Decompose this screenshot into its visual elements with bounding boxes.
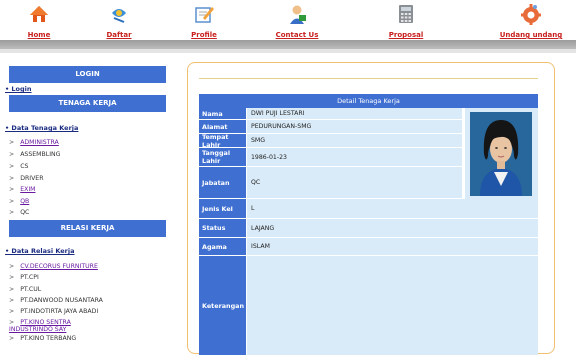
login-header: LOGIN <box>9 66 166 83</box>
contact-icon <box>290 5 306 24</box>
daftar-icon <box>112 9 126 23</box>
nav-undang-label: Undang undang <box>499 31 563 39</box>
table-row: Agama ISLAM <box>199 238 538 256</box>
gear-icon <box>521 4 541 25</box>
tenaga-item-label: EXIM <box>20 186 36 193</box>
tenaga-item-label: CS <box>20 163 29 170</box>
nav-contact-label: Contact Us <box>275 31 319 39</box>
relasi-item-continued[interactable]: INDUSTRINDO SAY <box>9 325 66 334</box>
tenaga-item[interactable]: > EXIM <box>9 185 36 194</box>
relasi-item-label: PT.DANWOOD NUSANTARA <box>20 297 103 304</box>
field-label: Tanggal Lahir <box>199 148 246 167</box>
field-value: 1986-01-23 <box>246 148 462 167</box>
field-label: Keterangan <box>199 256 246 356</box>
field-value <box>246 256 538 356</box>
nav-daftar-label: Daftar <box>106 31 132 39</box>
relasi-item-label: PT.INDOTIRTA JAYA ABADI <box>20 308 99 315</box>
relasi-item[interactable]: > CV.DECORUS FURNITURE <box>9 262 98 271</box>
tenaga-kerja-header: TENAGA KERJA <box>9 95 166 112</box>
field-value: DWI PUJI LESTARI <box>246 108 462 120</box>
detail-rows: Nama DWI PUJI LESTARI Alamat PEDURUNGAN-… <box>199 108 538 356</box>
field-label: Nama <box>199 108 246 120</box>
table-row: Keterangan <box>199 256 538 356</box>
tenaga-item[interactable]: > CS <box>9 162 28 171</box>
panel-divider <box>199 78 538 79</box>
relasi-kerja-header: RELASI KERJA <box>9 220 166 237</box>
nav-profile-label: Profile <box>191 31 217 39</box>
home-icon <box>30 6 48 22</box>
nav-divider-shadow <box>0 49 576 53</box>
nav-daftar[interactable]: Daftar <box>84 0 154 42</box>
tenaga-item[interactable]: > DRIVER <box>9 174 44 183</box>
table-row: Jenis Kel L <box>199 199 538 219</box>
profile-photo <box>470 112 532 196</box>
field-label: Jabatan <box>199 167 246 199</box>
profile-icon <box>195 7 214 23</box>
tenaga-item[interactable]: > QC <box>9 208 29 217</box>
relasi-item[interactable]: > PT.CPI <box>9 273 39 282</box>
nav-home-label: Home <box>27 31 51 39</box>
calculator-icon <box>399 5 413 23</box>
relasi-item-label: PT.CUL <box>20 286 42 293</box>
nav-home[interactable]: Home <box>10 0 68 42</box>
tenaga-item[interactable]: > ADMINISTRA <box>9 138 59 147</box>
tenaga-item-label: QC <box>20 209 30 216</box>
nav-proposal[interactable]: Proposal <box>375 0 437 42</box>
tenaga-item-label: ADMINISTRA <box>20 139 59 146</box>
nav-divider-bar <box>0 40 576 49</box>
nav-proposal-label: Proposal <box>388 31 424 39</box>
field-label: Tempat Lahir <box>199 133 246 149</box>
tenaga-item-label: DRIVER <box>20 175 44 182</box>
tenaga-item[interactable]: > QB <box>9 197 29 206</box>
detail-table: Detail Tenaga Kerja <box>199 94 538 108</box>
field-value: SMG <box>246 134 462 148</box>
photo-cell <box>465 108 538 200</box>
relasi-item-label: PT.CPI <box>20 274 39 281</box>
nav-profile[interactable]: Profile <box>178 0 230 42</box>
relasi-item-label: CV.DECORUS FURNITURE <box>20 263 98 270</box>
top-navigation: Home Daftar Profile Contact Us Proposal … <box>0 0 576 42</box>
login-link[interactable]: • Login <box>5 85 32 93</box>
tenaga-item-label: ASSEMBLING <box>20 151 61 158</box>
tenaga-item-label: QB <box>20 198 30 205</box>
field-value: ISLAM <box>246 238 538 256</box>
data-tenaga-kerja-link[interactable]: • Data Tenaga Kerja <box>5 124 78 132</box>
relasi-item[interactable]: > PT.DANWOOD NUSANTARA <box>9 296 103 305</box>
detail-title: Detail Tenaga Kerja <box>199 94 538 108</box>
table-row: Status LAJANG <box>199 219 538 238</box>
field-label: Agama <box>199 238 246 256</box>
nav-undang-undang[interactable]: Undang undang <box>495 0 567 42</box>
field-value: QC <box>246 167 462 199</box>
field-label: Status <box>199 219 246 238</box>
relasi-item[interactable]: > PT.INDOTIRTA JAYA ABADI <box>9 307 98 316</box>
tenaga-item[interactable]: > ASSEMBLING <box>9 150 60 159</box>
field-value: PEDURUNGAN-SMG <box>246 120 462 134</box>
nav-contact-us[interactable]: Contact Us <box>262 0 332 42</box>
data-relasi-kerja-link[interactable]: • Data Relasi Kerja <box>5 247 75 255</box>
field-value: L <box>246 199 538 219</box>
relasi-item[interactable]: > PT.CUL <box>9 285 41 294</box>
field-value: LAJANG <box>246 219 538 238</box>
relasi-item-label: INDUSTRINDO SAY <box>9 326 67 333</box>
field-label: Jenis Kel <box>199 199 246 219</box>
